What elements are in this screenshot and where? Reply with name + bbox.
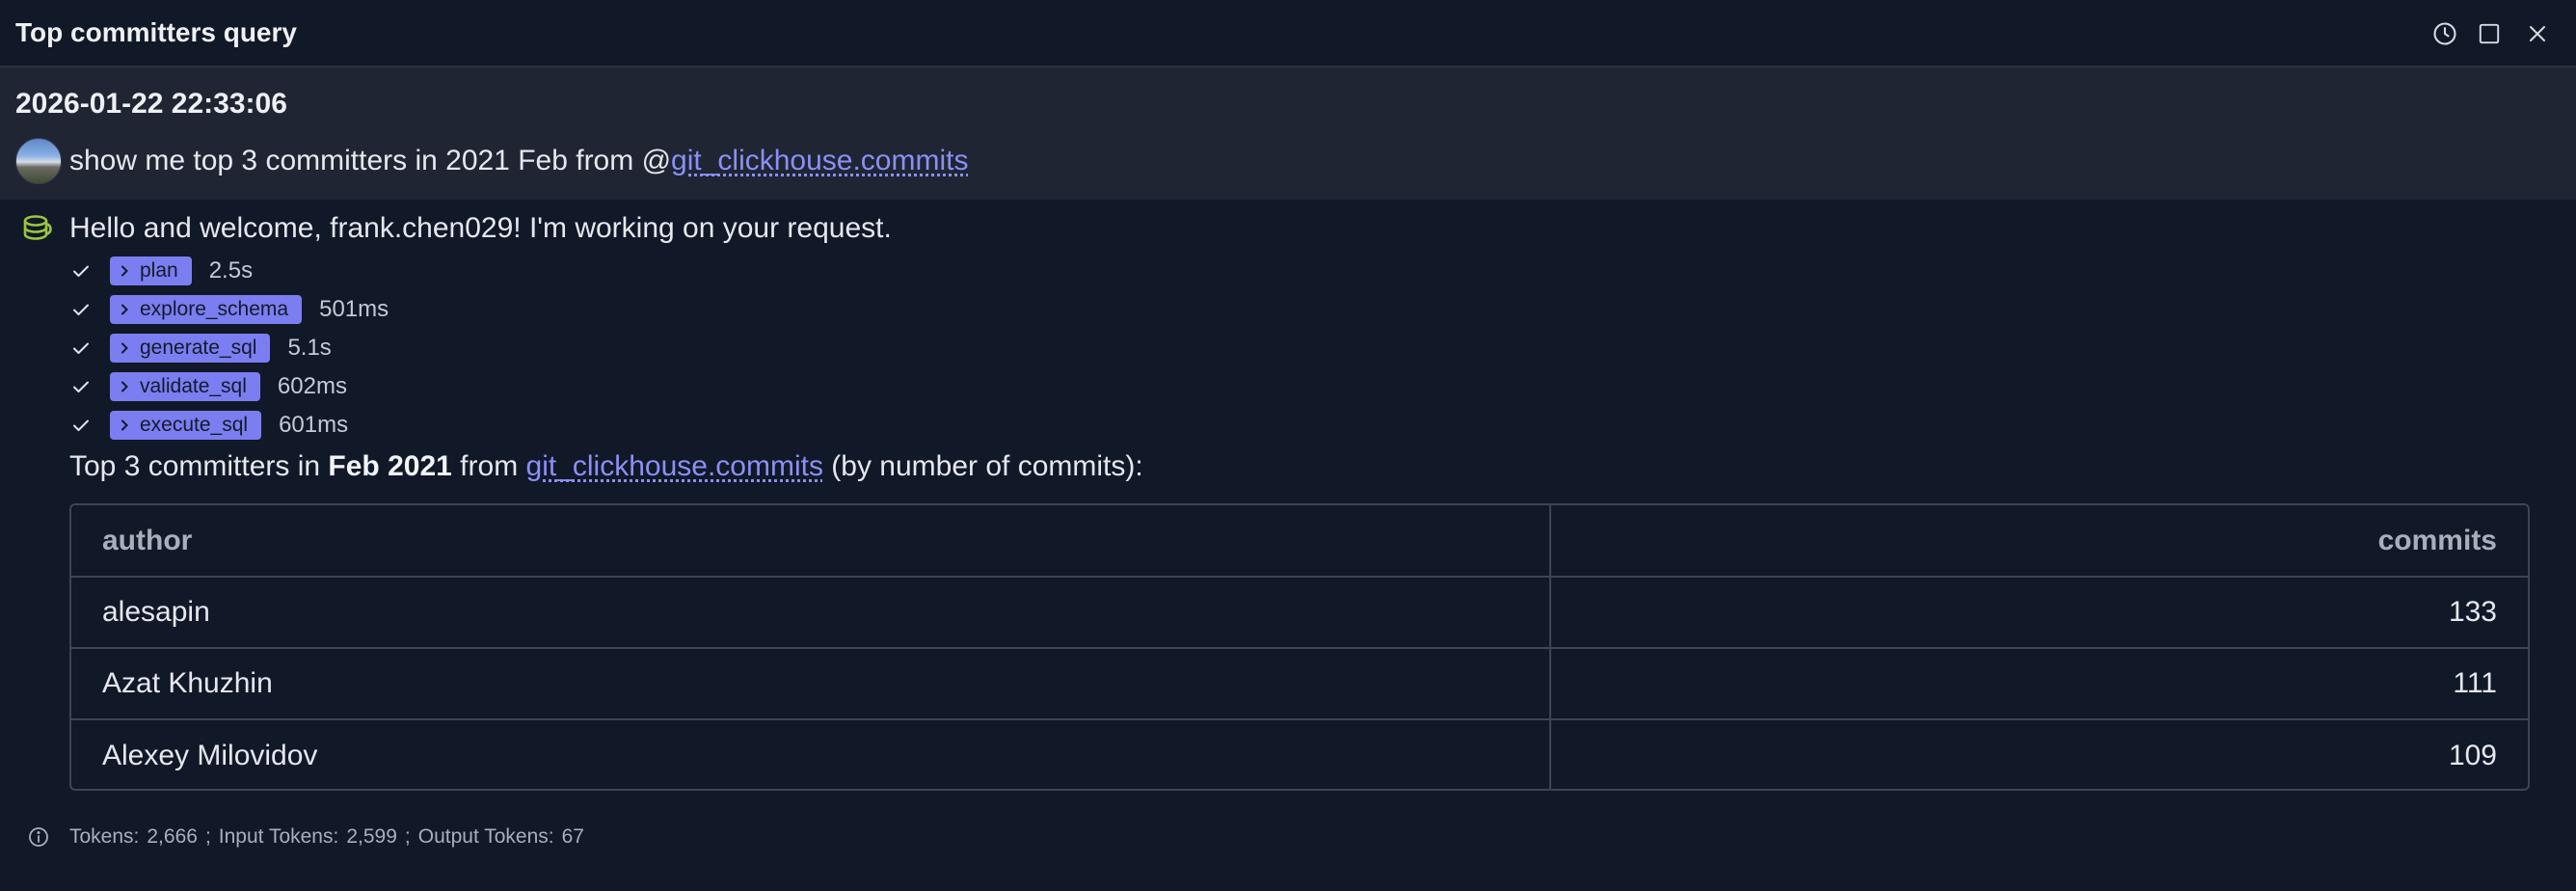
output-tokens-label: Output Tokens:: [417, 825, 554, 848]
check-icon: [73, 342, 89, 354]
check-icon: [73, 381, 89, 392]
step-name: generate_sql: [140, 337, 257, 359]
chevron-right-icon: [121, 419, 128, 431]
author-cell: Alexey Milovidov: [71, 719, 1551, 789]
summary-text: (by number of commits):: [822, 450, 1143, 482]
close-button[interactable]: [2520, 16, 2555, 51]
step-chip-validate-sql[interactable]: validate_sql: [110, 372, 260, 401]
user-message-block: 2026-01-22 22:33:06 show me top 3 commit…: [0, 68, 2576, 200]
separator: ;: [204, 825, 211, 848]
step-chip-execute-sql[interactable]: execute_sql: [110, 411, 262, 440]
square-icon: [2479, 23, 2500, 44]
step-name: validate_sql: [140, 375, 247, 397]
step-duration: 501ms: [319, 296, 389, 322]
step-chip-generate-sql[interactable]: generate_sql: [110, 334, 271, 363]
commits-cell: 111: [1550, 648, 2528, 720]
step-duration: 2.5s: [208, 257, 254, 284]
step-name: execute_sql: [140, 414, 249, 436]
results-table: author commits alesapin 133 Azat Khuzhin…: [69, 503, 2530, 791]
separator: ;: [404, 825, 411, 848]
step-chip-plan[interactable]: plan: [110, 256, 192, 285]
token-usage-footer: Tokens: 2,666 ; Input Tokens: 2,599 ; Ou…: [27, 824, 584, 850]
table-row: alesapin 133: [71, 577, 2528, 649]
window-title: Top committers query: [15, 17, 297, 47]
database-icon: [23, 215, 52, 240]
maximize-button[interactable]: [2472, 16, 2507, 51]
step-duration: 601ms: [279, 412, 349, 438]
step-duration: 602ms: [277, 373, 347, 399]
summary-text: from: [451, 450, 526, 482]
step-execute-sql: execute_sql 601ms: [69, 411, 348, 440]
step-generate-sql: generate_sql 5.1s: [69, 334, 332, 363]
chevron-right-icon: [121, 265, 128, 277]
tokens-label: Tokens:: [69, 825, 140, 848]
column-header-author[interactable]: author: [71, 505, 1551, 578]
step-plan: plan 2.5s: [69, 256, 253, 285]
summary-period: Feb 2021: [328, 450, 452, 482]
table-reference-link[interactable]: git_clickhouse.commits: [671, 145, 968, 176]
author-cell: alesapin: [71, 577, 1551, 649]
check-icon: [73, 265, 89, 277]
input-tokens-value: 2,599: [346, 825, 397, 848]
column-header-commits[interactable]: commits: [1550, 505, 2528, 578]
step-name: explore_schema: [140, 298, 289, 320]
step-explore-schema: explore_schema 501ms: [69, 295, 389, 324]
step-duration: 5.1s: [287, 335, 332, 361]
result-summary: Top 3 committers in Feb 2021 from git_cl…: [69, 449, 1143, 484]
input-tokens-label: Input Tokens:: [218, 825, 339, 848]
clock-icon: [2433, 22, 2456, 45]
history-button[interactable]: [2428, 16, 2462, 51]
commits-cell: 109: [2448, 739, 2497, 771]
check-icon: [73, 304, 89, 315]
author-cell: Azat Khuzhin: [71, 648, 1551, 720]
chevron-right-icon: [121, 381, 128, 392]
output-tokens-value: 67: [561, 825, 584, 848]
message-timestamp: 2026-01-22 22:33:06: [15, 88, 287, 120]
table-row: Alexey Milovidov 109: [71, 719, 2528, 789]
info-icon: [29, 827, 48, 847]
table-header-row: author commits: [71, 505, 2528, 578]
tokens-value: 2,666: [147, 825, 198, 848]
step-validate-sql: validate_sql 602ms: [69, 372, 347, 401]
user-message: show me top 3 committers in 2021 Feb fro…: [69, 144, 968, 178]
user-message-text: show me top 3 committers in 2021 Feb fro…: [69, 145, 672, 176]
avatar: [15, 138, 62, 184]
close-icon: [2530, 26, 2545, 41]
summary-text: Top 3 committers in: [69, 450, 329, 482]
title-bar: Top committers query: [0, 0, 2576, 68]
table-reference-link[interactable]: git_clickhouse.commits: [526, 450, 823, 482]
table-row: Azat Khuzhin 111: [71, 648, 2528, 720]
step-chip-explore-schema[interactable]: explore_schema: [110, 295, 303, 324]
chevron-right-icon: [121, 304, 128, 315]
chevron-right-icon: [121, 342, 128, 354]
commits-cell: 133: [1550, 577, 2528, 649]
check-icon: [73, 419, 89, 431]
assistant-greeting: Hello and welcome, frank.chen029! I'm wo…: [69, 212, 892, 244]
step-name: plan: [140, 259, 178, 282]
